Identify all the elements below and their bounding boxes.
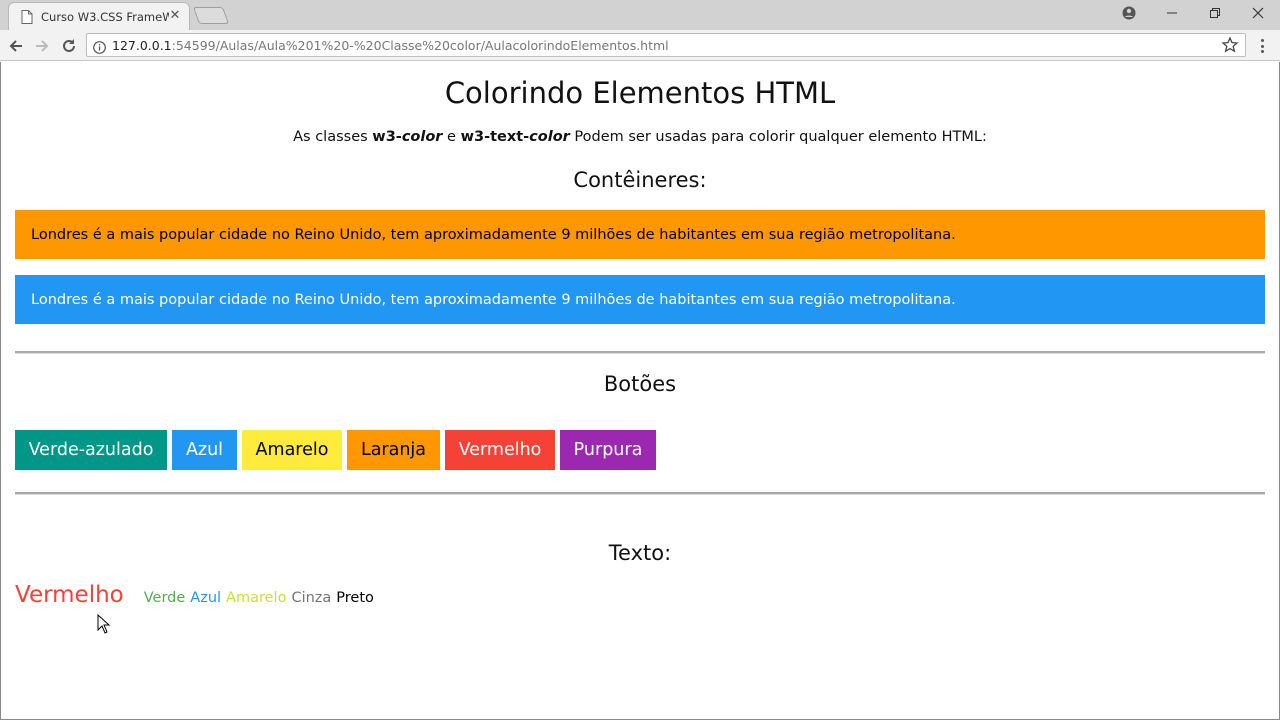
containers-heading: Contêineres:	[573, 168, 707, 192]
close-tab-icon[interactable]: ✕	[169, 9, 181, 22]
forward-arrow-icon[interactable]	[31, 35, 53, 57]
text-verde: Verde	[143, 590, 186, 606]
button-vermelho[interactable]: Vermelho	[445, 430, 555, 470]
intro-text: As classes w3-color e w3-text-color Pode…	[293, 129, 987, 145]
browser-menu-icon[interactable]	[1254, 36, 1270, 56]
close-window-icon[interactable]	[1236, 0, 1280, 26]
divider	[15, 351, 1265, 354]
button-verde-azulado[interactable]: Verde-azulado	[15, 430, 167, 470]
text-vermelho: Vermelho	[15, 582, 124, 608]
url-host: 127.0.0.1	[112, 37, 172, 53]
text-azul: Azul	[190, 590, 222, 606]
orange-panel: Londres é a mais popular cidade no Reino…	[15, 210, 1265, 259]
button-azul[interactable]: Azul	[172, 430, 237, 470]
button-purpura[interactable]: Purpura	[560, 430, 656, 470]
text-samples: Vermelho Verde Azul Amarelo Cinza Preto	[15, 582, 379, 608]
tab-title: Curso W3.CSS FrameWor	[41, 9, 169, 24]
mouse-cursor-icon	[97, 614, 111, 634]
page-content: Colorindo Elementos HTML As classes w3-c…	[0, 62, 1280, 720]
browser-tab[interactable]: Curso W3.CSS FrameWor ✕	[8, 2, 190, 30]
address-bar[interactable]: 127.0.0.1:54599/Aulas/Aula%201%20-%20Cla…	[86, 33, 1246, 57]
page-icon	[21, 9, 33, 24]
minimize-icon[interactable]	[1150, 0, 1194, 26]
bookmark-star-icon[interactable]	[1221, 36, 1239, 54]
text-preto: Preto	[336, 590, 374, 606]
new-tab-button[interactable]	[192, 7, 230, 24]
blue-panel: Londres é a mais popular cidade no Reino…	[15, 275, 1265, 324]
button-amarelo[interactable]: Amarelo	[242, 430, 342, 470]
url-path: :54599/Aulas/Aula%201%20-%20Classe%20col…	[171, 37, 669, 53]
text-amarelo: Amarelo	[226, 590, 287, 606]
text-heading: Texto:	[608, 541, 672, 565]
back-arrow-icon[interactable]	[5, 35, 27, 57]
restore-icon[interactable]	[1193, 0, 1237, 26]
tab-bar: Curso W3.CSS FrameWor ✕	[0, 0, 1280, 30]
profile-icon[interactable]	[1107, 0, 1151, 26]
text-cinza: Cinza	[291, 590, 332, 606]
buttons-heading: Botões	[603, 372, 677, 396]
divider	[15, 492, 1265, 495]
info-icon[interactable]	[93, 39, 106, 54]
url-text: 127.0.0.1:54599/Aulas/Aula%201%20-%20Cla…	[112, 38, 669, 53]
browser-toolbar: 127.0.0.1:54599/Aulas/Aula%201%20-%20Cla…	[0, 30, 1280, 61]
page-title: Colorindo Elementos HTML	[444, 76, 836, 110]
button-laranja[interactable]: Laranja	[347, 430, 440, 470]
reload-icon[interactable]	[58, 35, 80, 57]
